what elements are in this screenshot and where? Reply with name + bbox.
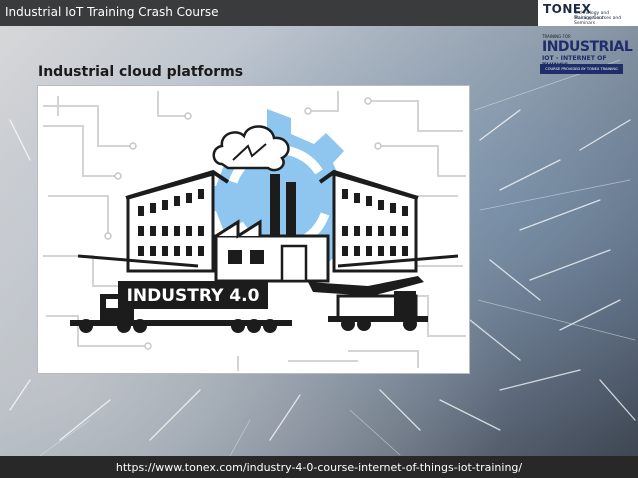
pump-truck-icon (308, 276, 428, 331)
industry-4-0-graphic: INDUSTRY 4.0 (43, 91, 466, 371)
industry-banner: INDUSTRY 4.0 (118, 281, 268, 309)
tonex-logo[interactable]: TONEX Technology and Management Training… (538, 0, 638, 26)
right-building (318, 169, 419, 273)
left-building (125, 169, 230, 273)
course-logo: TRAINING FOR INDUSTRIAL IOT - INTERNET O… (540, 34, 633, 88)
footer-bar: https://www.tonex.com/industry-4-0-cours… (0, 456, 638, 478)
tonex-tagline-2: Training Courses and Seminars (574, 16, 622, 26)
course-logo-band: COURSE PROVIDED BY TONEX TRAINING (540, 64, 623, 74)
header-bar: Industrial IoT Training Crash Course TON… (0, 0, 638, 26)
slide-heading: Industrial cloud platforms (38, 64, 244, 80)
industry-illustration: INDUSTRY 4.0 (37, 85, 470, 374)
course-logo-title: INDUSTRIAL (542, 39, 633, 55)
slide: Industrial IoT Training Crash Course TON… (0, 0, 638, 478)
course-url-link[interactable]: https://www.tonex.com/industry-4-0-cours… (0, 461, 638, 474)
industry-banner-text: INDUSTRY 4.0 (127, 286, 260, 306)
presentation-title: Industrial IoT Training Crash Course (5, 5, 219, 19)
